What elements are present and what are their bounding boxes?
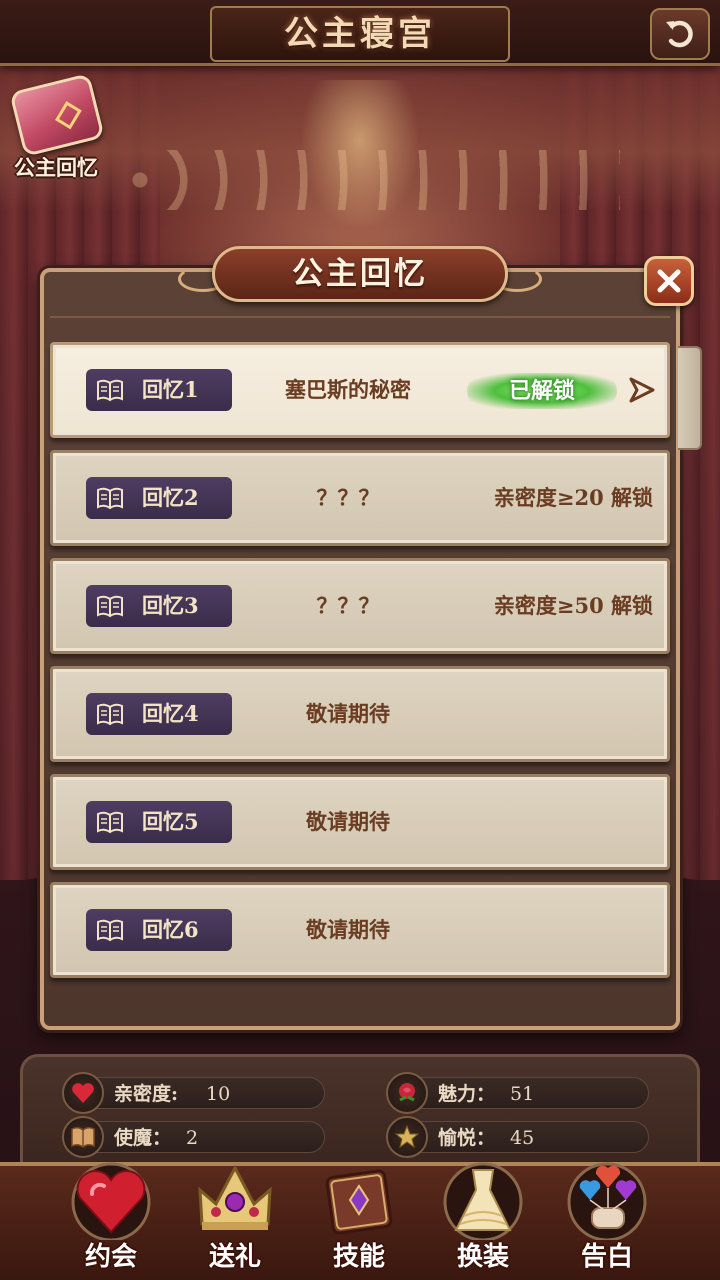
- memory-name: ？？？: [316, 485, 380, 510]
- memory-tag: 回忆6: [86, 909, 232, 951]
- dress-icon: [438, 1158, 528, 1242]
- open-book-icon: [97, 487, 123, 510]
- nav-outfit-label: 换装: [456, 1242, 509, 1272]
- nav-date-button[interactable]: 约会: [56, 1150, 166, 1276]
- spellbook-icon: [314, 1158, 404, 1242]
- nav-skill-button[interactable]: 技能: [304, 1150, 414, 1276]
- memory-name: 敬请期待: [306, 809, 390, 834]
- play-arrow-icon[interactable]: [627, 375, 657, 405]
- memory-row-4[interactable]: 回忆4 敬请期待: [50, 666, 670, 762]
- close-button[interactable]: [644, 256, 694, 306]
- nav-outfit-button[interactable]: 换装: [428, 1150, 538, 1276]
- stat-value: 51: [510, 1083, 535, 1105]
- stat-label: 魅力：: [438, 1083, 496, 1105]
- memory-tag: 回忆5: [86, 801, 232, 843]
- memory-tag: 回忆2: [86, 477, 232, 519]
- rose-icon: [386, 1072, 428, 1114]
- memory-list: 回忆1 塞巴斯的秘密 已解锁 回忆2 ？？？ 亲密度≥20 解锁 回忆3 ？？？…: [50, 342, 670, 982]
- open-book-icon: [97, 703, 123, 726]
- memory-row-5[interactable]: 回忆5 敬请期待: [50, 774, 670, 870]
- stat-label: 亲密度:: [114, 1083, 179, 1105]
- memory-name: ？？？: [316, 593, 380, 618]
- stat-joy: 愉悦： 45: [386, 1116, 649, 1158]
- memory-row-2[interactable]: 回忆2 ？？？ 亲密度≥20 解锁: [50, 450, 670, 546]
- open-book-icon: [97, 379, 123, 402]
- back-button[interactable]: [650, 8, 710, 60]
- memory-name: 敬请期待: [306, 917, 390, 942]
- curtain-tassels: [120, 150, 620, 210]
- memory-tag-label: 回忆4: [142, 701, 199, 726]
- nav-date-label: 约会: [84, 1242, 137, 1272]
- memory-book-icon: [9, 73, 105, 157]
- stat-intimacy: 亲密度: 10: [62, 1072, 325, 1114]
- dialog-title: 公主回忆: [292, 256, 428, 292]
- nav-confess-label: 告白: [580, 1242, 633, 1272]
- nav-gift-label: 送礼: [208, 1242, 261, 1272]
- memory-name: 塞巴斯的秘密: [285, 377, 411, 402]
- open-book-icon: [97, 811, 123, 834]
- memory-tag-label: 回忆1: [142, 377, 199, 402]
- memory-row-3[interactable]: 回忆3 ？？？ 亲密度≥50 解锁: [50, 558, 670, 654]
- back-arrow-icon: [666, 20, 693, 48]
- stat-charm: 魅力： 51: [386, 1072, 649, 1114]
- memory-row-6[interactable]: 回忆6 敬请期待: [50, 882, 670, 978]
- heart-icon: [66, 1158, 156, 1242]
- stat-value: 10: [206, 1083, 231, 1105]
- close-icon: [657, 269, 681, 293]
- page-title: 公主寝宫: [284, 14, 436, 54]
- stat-mana: 使魔： 2: [62, 1116, 325, 1158]
- list-scroll-tab: [678, 346, 702, 450]
- nav-confess-button[interactable]: 告白: [552, 1150, 662, 1276]
- nav-gift-button[interactable]: 送礼: [180, 1150, 290, 1276]
- memory-tag-label: 回忆2: [142, 485, 199, 510]
- memory-tag-label: 回忆3: [142, 593, 199, 618]
- open-book-icon: [97, 595, 123, 618]
- memory-tag: 回忆3: [86, 585, 232, 627]
- nav-skill-label: 技能: [332, 1242, 385, 1272]
- balloon-hearts-icon: [562, 1158, 652, 1242]
- heart-icon: [62, 1072, 104, 1114]
- unlocked-status: 已解锁: [508, 378, 575, 404]
- memory-tag: 回忆4: [86, 693, 232, 735]
- open-book-icon: [97, 919, 123, 942]
- unlock-condition: 亲密度≥20 解锁: [493, 485, 653, 510]
- memory-tag-label: 回忆5: [142, 809, 199, 834]
- unlock-condition: 亲密度≥50 解锁: [493, 593, 653, 618]
- memory-tag-label: 回忆6: [142, 917, 199, 942]
- princess-memory-button[interactable]: 公主回忆: [6, 73, 106, 186]
- memory-tag: 回忆1: [86, 369, 232, 411]
- memory-name: 敬请期待: [306, 701, 390, 726]
- princess-memory-label: 公主回忆: [14, 156, 98, 180]
- lock-icon: [55, 101, 82, 130]
- crown-icon: [190, 1158, 280, 1242]
- memory-row-1[interactable]: 回忆1 塞巴斯的秘密 已解锁: [50, 342, 670, 438]
